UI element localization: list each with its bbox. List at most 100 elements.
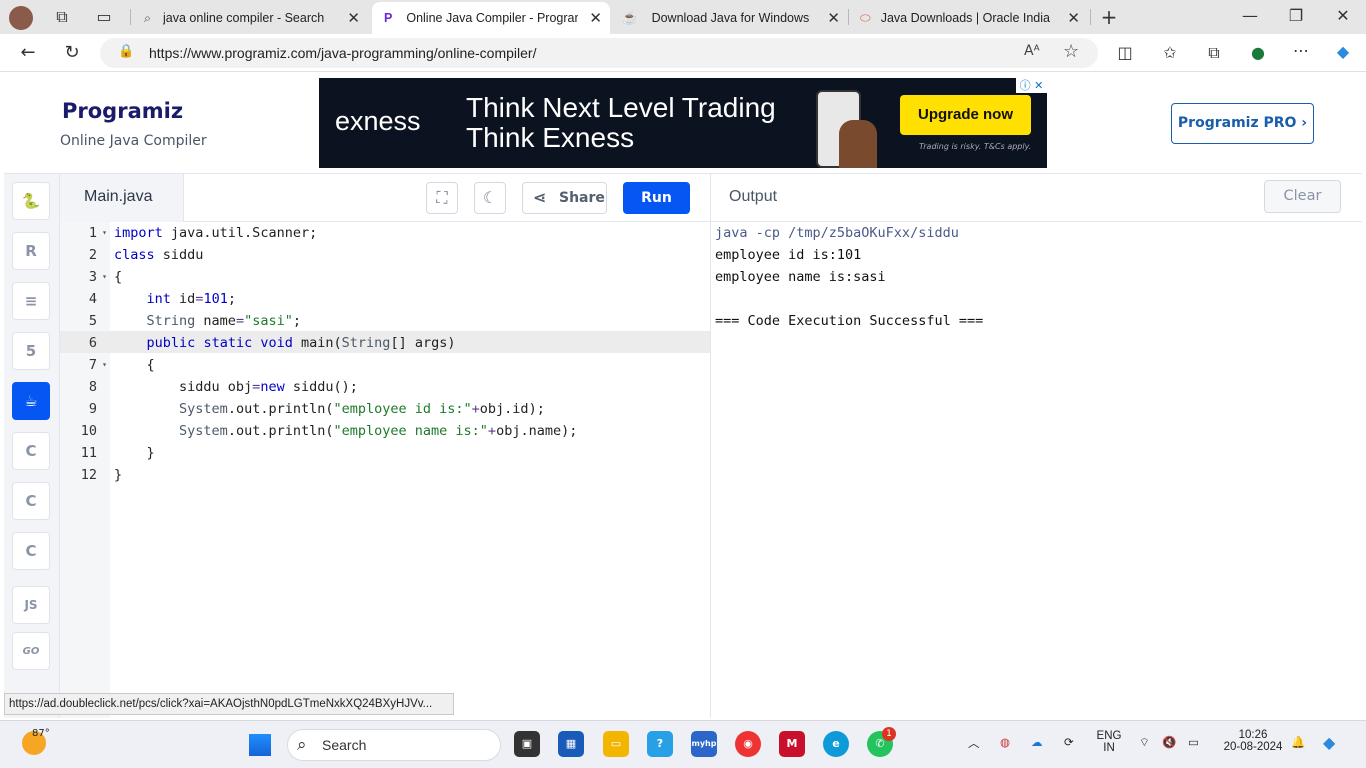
restore-icon[interactable]: ❐ — [1284, 6, 1308, 25]
close-icon[interactable]: ✕ — [1067, 9, 1080, 27]
line-number: 11 — [60, 442, 110, 464]
fold-arrow-icon[interactable]: ▾ — [102, 266, 107, 288]
ad-cta-button[interactable]: Upgrade now — [900, 95, 1031, 135]
tab-programiz[interactable]: P Online Java Compiler - Programiz ✕ — [372, 2, 610, 34]
code-line: int id=101; — [146, 291, 236, 307]
url-field[interactable]: 🔒 https://www.programiz.com/java-program… — [100, 38, 1098, 68]
run-button[interactable]: Run — [623, 182, 690, 214]
output-line: === Code Execution Successful === — [715, 313, 984, 329]
line-number: 6 — [60, 332, 110, 354]
notification-bell-icon[interactable]: 🔔 — [1291, 735, 1305, 749]
split-screen-icon[interactable]: ◫ — [1113, 43, 1137, 62]
javascript-icon[interactable]: JS — [12, 586, 50, 624]
search-icon: ⌕ — [144, 10, 152, 25]
profile-avatar[interactable] — [9, 6, 33, 30]
collections-icon[interactable]: ⧉ — [1202, 43, 1226, 63]
onedrive-icon[interactable]: ☁ — [1031, 735, 1043, 749]
fullscreen-icon[interactable]: ⛶ — [426, 182, 458, 214]
ad-hand-image — [839, 120, 877, 168]
favorite-star-icon[interactable]: ☆ — [1063, 41, 1079, 62]
taskbar-search[interactable]: ⌕ Search — [287, 729, 501, 761]
close-window-icon[interactable]: ✕ — [1331, 6, 1355, 25]
line-number-text: 3 — [88, 269, 97, 285]
advertisement-banner[interactable]: exness Think Next Level Trading Think Ex… — [319, 78, 1047, 168]
copilot-taskbar-icon[interactable]: ◆ — [1323, 733, 1335, 753]
favorites-icon[interactable]: ✩ — [1158, 43, 1182, 62]
store-icon[interactable]: ▦ — [558, 731, 584, 757]
line-number-text: 11 — [80, 445, 97, 461]
line-number: 5 — [60, 310, 110, 332]
line-number-text: 8 — [88, 379, 97, 395]
tab-actions-icon[interactable]: ▭ — [92, 7, 116, 26]
share-button[interactable]: ⋖ Share — [522, 182, 607, 214]
help-icon[interactable]: ? — [647, 731, 673, 757]
security-tray-icon[interactable]: ◍ — [1000, 735, 1010, 749]
copilot-icon[interactable]: ◆ — [1331, 42, 1355, 61]
more-menu-icon[interactable]: ⋯ — [1289, 41, 1313, 60]
tab-separator — [848, 9, 849, 25]
clear-button[interactable]: Clear — [1264, 180, 1341, 213]
show-hidden-icons-icon[interactable]: ︿ — [968, 735, 980, 751]
browser-tab-bar: ⧉ ▭ ⌕ java online compiler - Search ✕ P … — [0, 0, 1366, 34]
fold-arrow-icon[interactable]: ▾ — [102, 222, 107, 244]
tab-oracle[interactable]: ⬭ Java Downloads | Oracle India ✕ — [850, 2, 1088, 34]
minimize-icon[interactable]: — — [1238, 6, 1262, 25]
programiz-page: Programiz Online Java Compiler exness Th… — [4, 72, 1362, 718]
read-aloud-icon[interactable]: Aᴬ — [1024, 43, 1040, 59]
volume-muted-icon[interactable]: 🔇 — [1162, 735, 1176, 749]
go-icon[interactable]: GO — [12, 632, 50, 670]
line-number-text: 9 — [88, 401, 97, 417]
share-label: Share — [559, 190, 605, 206]
file-explorer-icon[interactable]: ▭ — [603, 731, 629, 757]
editor-toolbar: Main.java ⛶ ☾ ⋖ Share Run — [60, 174, 710, 222]
language-indicator[interactable]: ENG IN — [1094, 730, 1124, 754]
ad-headline-1: Think Next Level Trading — [466, 92, 776, 123]
start-icon[interactable] — [249, 734, 271, 756]
dark-mode-icon[interactable]: ☾ — [474, 182, 506, 214]
pane-divider[interactable] — [710, 174, 711, 718]
clock[interactable]: 10:26 20-08-2024 — [1218, 729, 1288, 753]
extension-icon[interactable]: ● — [1246, 43, 1270, 62]
oracle-favicon-icon: ⬭ — [860, 10, 871, 25]
c-icon[interactable]: C — [12, 432, 50, 470]
python-icon[interactable]: 🐍 — [12, 182, 50, 220]
ad-info-close-icon[interactable]: ⓘ ✕ — [1016, 78, 1047, 93]
refresh-icon[interactable]: ↻ — [60, 42, 84, 63]
mcafee-icon[interactable]: M — [779, 731, 805, 757]
programiz-pro-button[interactable]: Programiz PRO › — [1171, 103, 1314, 144]
fold-arrow-icon[interactable]: ▾ — [102, 354, 107, 376]
html-icon[interactable]: 5 — [12, 332, 50, 370]
tab-java-download[interactable]: ☕ Download Java for Windows ✕ — [612, 2, 848, 34]
new-tab-icon[interactable]: + — [1097, 5, 1121, 29]
tab-search[interactable]: ⌕ java online compiler - Search ✕ — [136, 2, 368, 34]
line-number: 9 — [60, 398, 110, 420]
code-editor[interactable]: import java.util.Scanner; class siddu { in… — [110, 222, 710, 718]
battery-icon[interactable]: ▭ — [1188, 735, 1199, 749]
chrome-icon[interactable]: ◉ — [735, 731, 761, 757]
r-icon[interactable]: R — [12, 232, 50, 270]
java-icon[interactable]: ☕ — [12, 382, 50, 420]
sql-icon[interactable]: ≡ — [12, 282, 50, 320]
cpp-icon[interactable]: C — [12, 482, 50, 520]
back-icon[interactable]: ← — [16, 42, 40, 63]
close-icon[interactable]: ✕ — [827, 9, 840, 27]
myhp-icon[interactable]: myhp — [691, 731, 717, 757]
wifi-icon[interactable]: ⌔ — [1139, 735, 1150, 750]
lock-icon[interactable]: 🔒 — [118, 44, 134, 59]
line-number-text: 7 — [88, 357, 97, 373]
task-view-icon[interactable]: ▣ — [514, 731, 540, 757]
workspaces-icon[interactable]: ⧉ — [50, 7, 74, 27]
weather-temp: 87° — [32, 728, 50, 739]
code-line: System.out.println("employee id is:"+obj… — [179, 401, 545, 417]
close-icon[interactable]: ✕ — [347, 9, 360, 27]
csharp-icon[interactable]: C — [12, 532, 50, 570]
line-number-text: 12 — [80, 467, 97, 483]
close-icon[interactable]: ✕ — [589, 9, 602, 27]
code-line: } — [114, 445, 155, 461]
language-sidebar: 🐍 R ≡ 5 ☕ C C C JS GO — [4, 174, 60, 718]
sync-icon[interactable]: ⟳ — [1064, 735, 1074, 749]
status-bar-link: https://ad.doubleclick.net/pcs/click?xai… — [4, 693, 454, 715]
programiz-logo[interactable]: Programiz — [62, 99, 183, 123]
edge-icon[interactable]: e — [823, 731, 849, 757]
file-tab-main-java[interactable]: Main.java — [60, 174, 184, 222]
